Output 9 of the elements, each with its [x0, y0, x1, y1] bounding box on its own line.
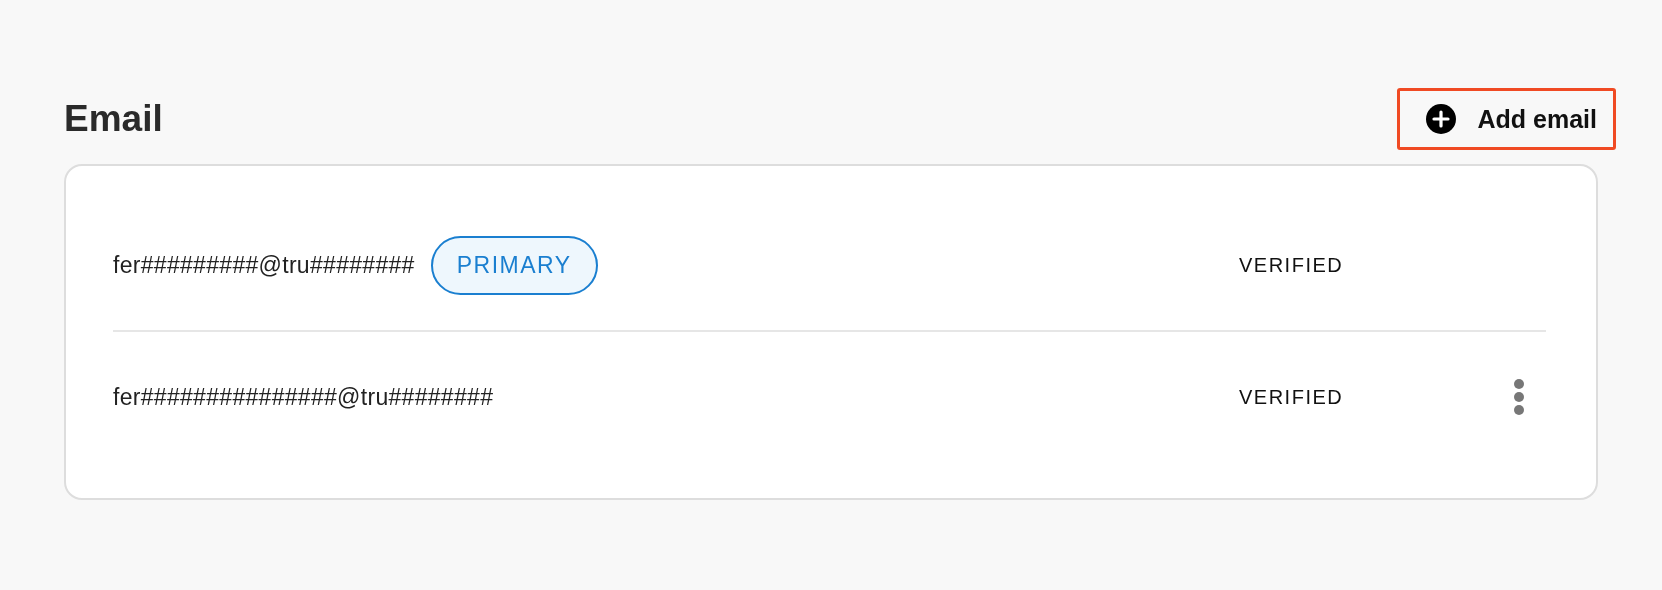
primary-badge: PRIMARY [430, 235, 598, 295]
section-title: Email [64, 98, 163, 140]
status-label: VERIFIED [1239, 253, 1345, 277]
more-options-icon[interactable] [1513, 378, 1525, 416]
add-email-button[interactable]: Add email [1396, 88, 1616, 150]
email-address: fer###############@tru######## [113, 383, 494, 411]
plus-icon [1425, 104, 1456, 134]
email-address: fer#########@tru######## [113, 251, 415, 279]
status-label: VERIFIED [1239, 385, 1345, 409]
